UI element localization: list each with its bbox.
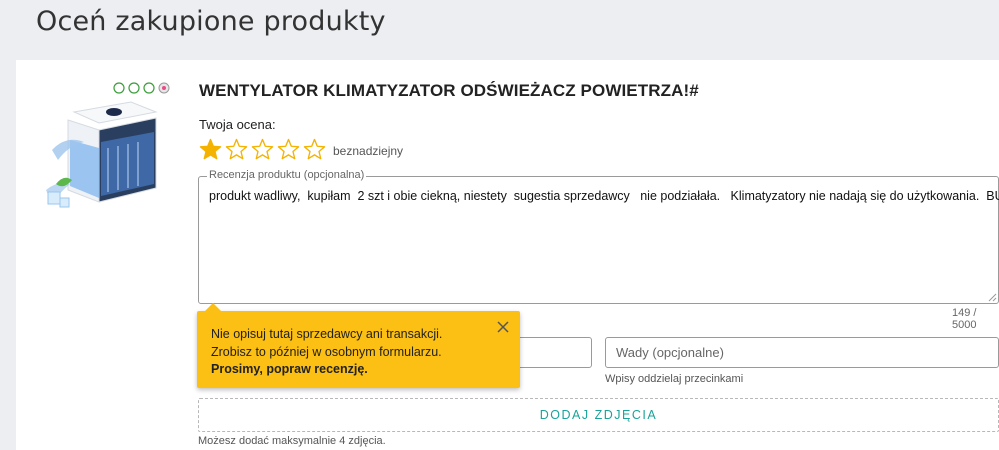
star-empty-icon[interactable] [225, 138, 248, 161]
review-warning-tooltip: Nie opisuj tutaj sprzedawcy ani transakc… [197, 303, 520, 388]
star-empty-icon[interactable] [251, 138, 274, 161]
comma-hint: Wpisy oddzielaj przecinkami [605, 373, 744, 385]
star-empty-icon[interactable] [303, 138, 326, 161]
add-photos-button[interactable]: DODAJ ZDJĘCIA [198, 398, 999, 432]
product-name: WENTYLATOR KLIMATYZATOR ODŚWIEŻACZ POWIE… [199, 81, 699, 100]
rating-description: beznadziejny [333, 144, 404, 158]
star-rating[interactable] [199, 138, 326, 161]
tooltip-arrow [205, 303, 221, 311]
review-textarea[interactable]: Recenzja produktu (opcjonalna) produkt w… [198, 169, 999, 304]
close-icon[interactable] [496, 320, 510, 334]
rating-label: Twoja ocena: [199, 117, 276, 132]
character-counter: 149 / 5000 [952, 307, 977, 331]
review-text[interactable]: produkt wadliwy, kupiłam 2 szt i obie ci… [209, 188, 999, 204]
air-cooler-product-image [46, 80, 186, 210]
cons-field[interactable] [605, 337, 999, 368]
tooltip-line-1: Nie opisuj tutaj sprzedawcy ani transakc… [211, 327, 443, 341]
review-card: WENTYLATOR KLIMATYZATOR ODŚWIEŻACZ POWIE… [16, 60, 999, 450]
cons-input[interactable] [606, 338, 998, 367]
page-title: Oceń zakupione produkty [36, 6, 386, 37]
resize-grip-icon[interactable] [988, 293, 997, 302]
star-empty-icon[interactable] [277, 138, 300, 161]
tooltip-line-2: Zrobisz to później w osobnym formularzu. [211, 345, 442, 359]
star-filled-icon[interactable] [199, 138, 222, 161]
review-field-label: Recenzja produktu (opcjonalna) [207, 169, 367, 181]
photos-note: Możesz dodać maksymalnie 4 zdjęcia. [198, 435, 386, 447]
tooltip-line-3: Prosimy, popraw recenzję. [211, 362, 368, 376]
